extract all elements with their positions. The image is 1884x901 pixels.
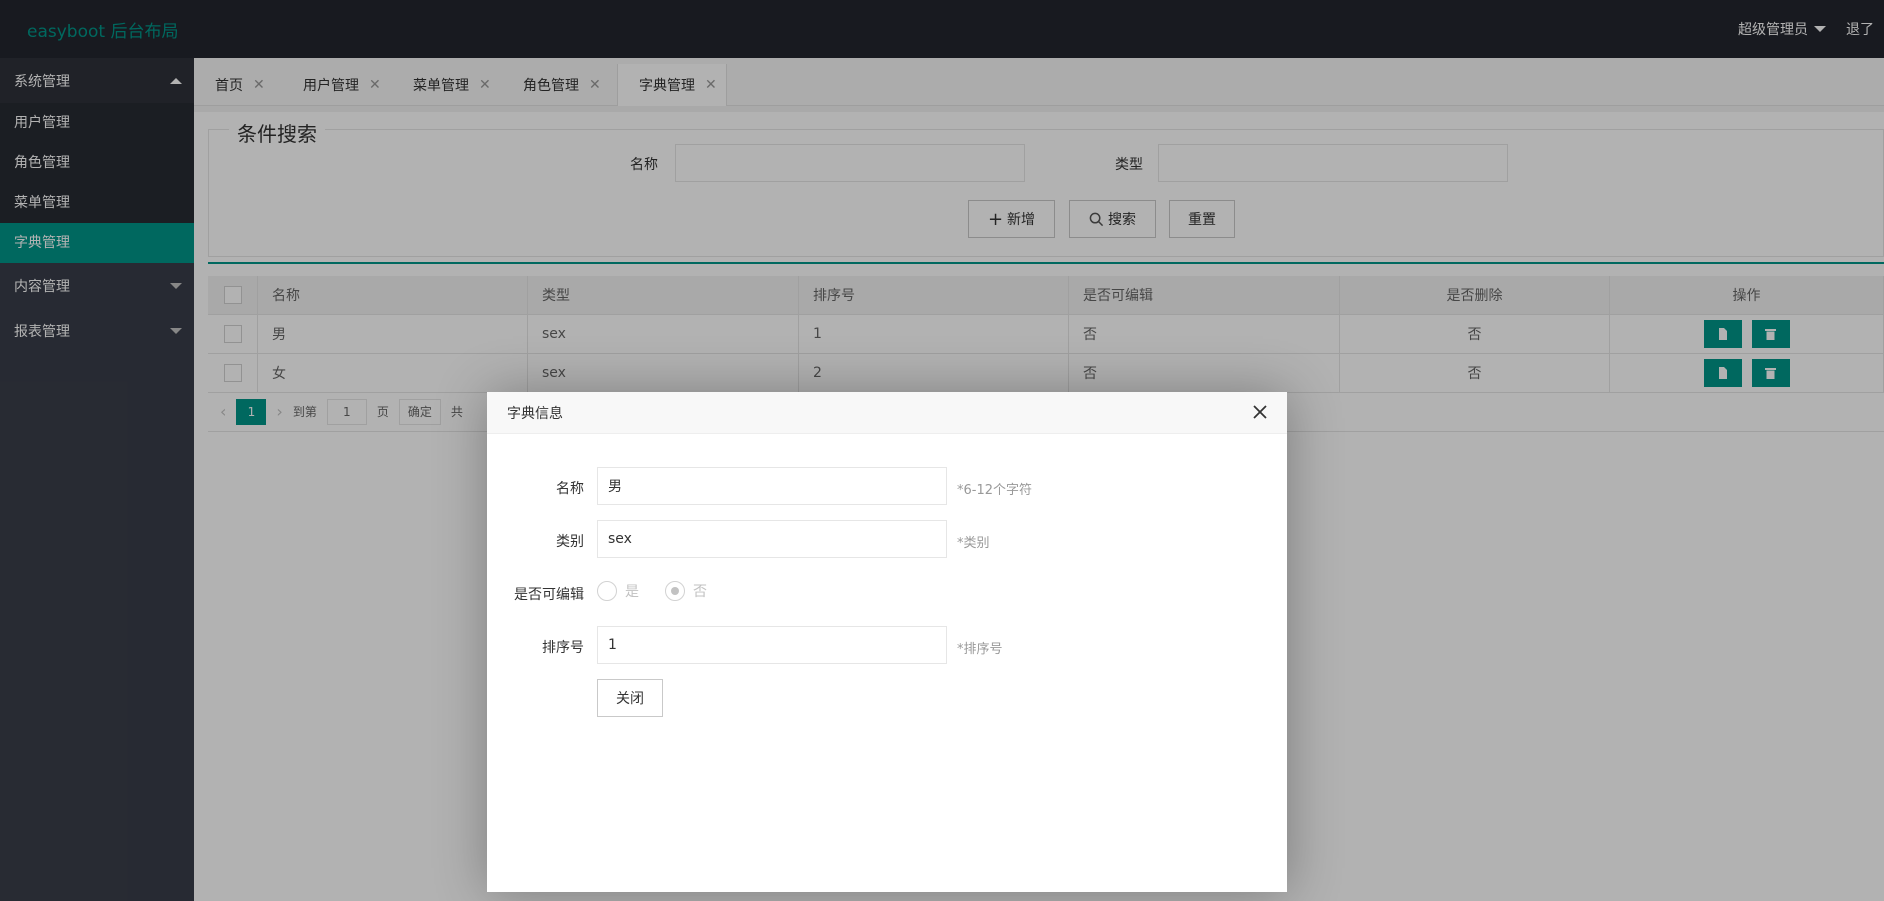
dialog-type-hint: *类别: [957, 536, 990, 551]
dialog-title: 字典信息: [507, 405, 563, 422]
radio-label: 否: [693, 584, 707, 600]
close-icon[interactable]: [1248, 400, 1272, 424]
dialog-name-label: 名称: [556, 481, 584, 497]
radio-editable-yes[interactable]: 是: [597, 581, 639, 601]
dialog-editable-label: 是否可编辑: [514, 587, 584, 603]
radio-label: 是: [625, 584, 639, 600]
dialog-type-label: 类别: [556, 534, 584, 550]
dialog-header: 字典信息: [487, 392, 1287, 434]
dialog-type-input[interactable]: [597, 520, 947, 558]
dialog-name-input[interactable]: [597, 467, 947, 505]
radio-editable-no[interactable]: 否: [665, 581, 707, 601]
radio-circle: [597, 581, 617, 601]
dialog-name-hint: *6-12个字符: [957, 483, 1033, 498]
radio-dot: [671, 587, 679, 595]
radio-circle: [665, 581, 685, 601]
dialog-close-button[interactable]: 关闭: [597, 679, 663, 717]
dialog-order-hint: *排序号: [957, 642, 1003, 657]
dialog-order-input[interactable]: [597, 626, 947, 664]
dialog-order-label: 排序号: [542, 640, 584, 656]
dictionary-dialog: 字典信息 名称 *6-12个字符 类别 *类别 是否可编辑 是 否 排序号 *排…: [487, 392, 1287, 892]
close-button-label: 关闭: [616, 691, 644, 707]
